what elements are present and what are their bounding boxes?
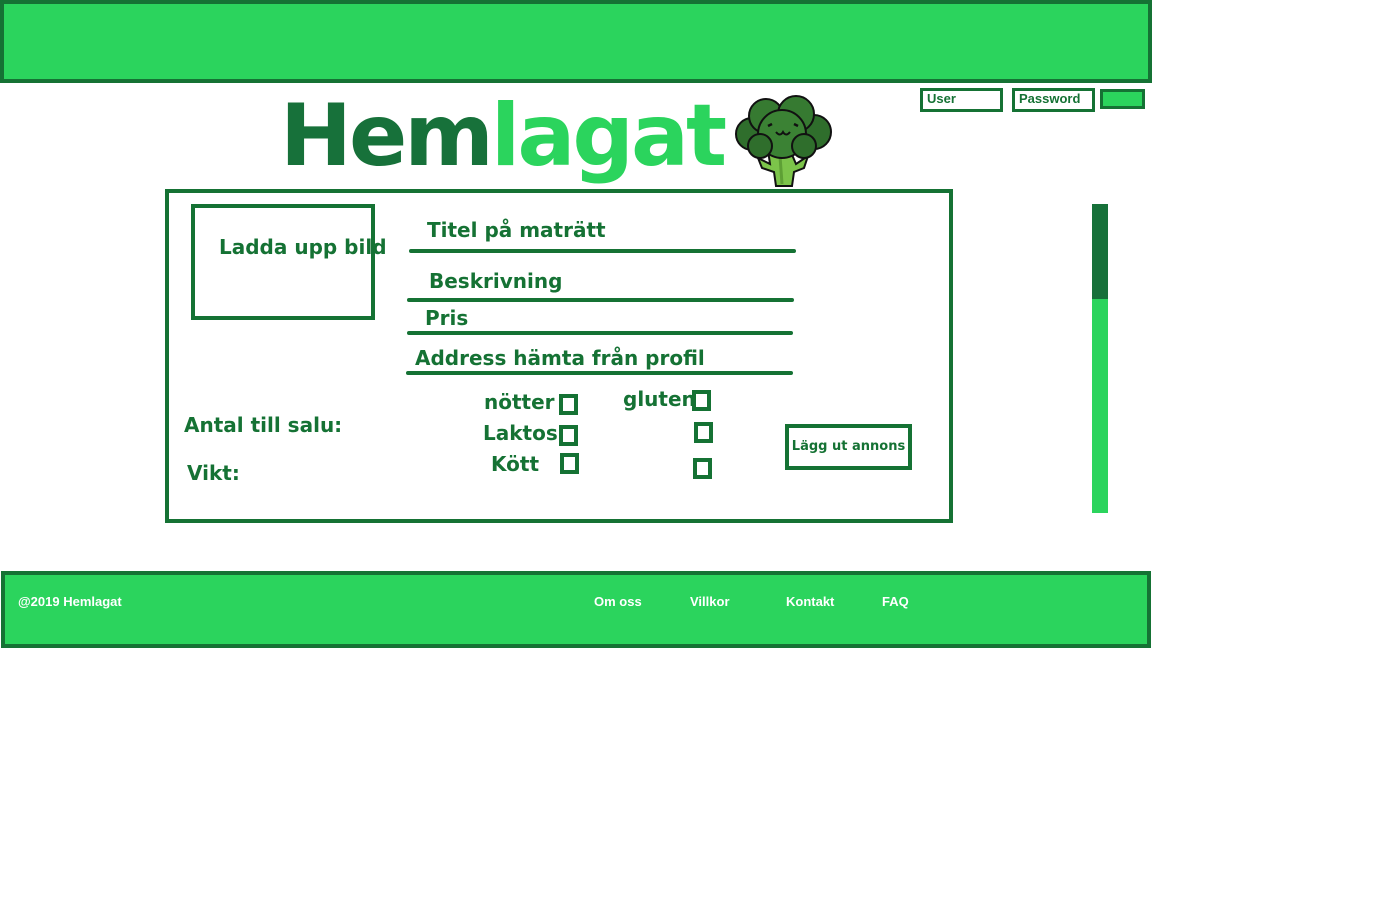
site-logo[interactable]: Hemlagat — [280, 86, 727, 186]
footer-link-about[interactable]: Om oss — [594, 594, 642, 610]
allergen-meat-label: Kött — [491, 452, 540, 476]
allergen-gluten-label: gluten — [623, 387, 696, 411]
allergen-nuts-checkbox[interactable] — [559, 394, 578, 415]
quantity-label: Antal till salu: — [184, 413, 343, 437]
description-input-line[interactable] — [407, 298, 794, 302]
footer-bar — [1, 571, 1151, 648]
price-field-label: Pris — [425, 306, 469, 330]
login-button[interactable] — [1100, 89, 1145, 109]
allergen-extra-checkbox-2[interactable] — [693, 458, 712, 479]
upload-image-label: Ladda upp bild — [219, 235, 387, 259]
allergen-lactose-checkbox[interactable] — [559, 425, 578, 446]
title-field-label: Titel på maträtt — [427, 218, 606, 242]
price-input-line[interactable] — [407, 331, 793, 335]
allergen-nuts-label: nötter — [484, 390, 555, 414]
weight-label: Vikt: — [187, 461, 240, 485]
logo-text-light: lagat — [490, 86, 727, 186]
logo-text-dark: Hem — [280, 86, 494, 186]
footer-link-contact[interactable]: Kontakt — [786, 594, 834, 610]
password-input[interactable]: Password — [1012, 88, 1095, 112]
footer-copyright: @2019 Hemlagat — [18, 594, 122, 609]
broccoli-icon — [735, 95, 832, 187]
allergen-lactose-label: Laktos — [483, 421, 558, 445]
title-input-line[interactable] — [409, 249, 796, 253]
allergen-meat-checkbox[interactable] — [560, 453, 579, 474]
top-header-bar — [0, 0, 1152, 83]
description-field-label: Beskrivning — [429, 269, 563, 293]
footer-link-terms[interactable]: Villkor — [690, 594, 730, 610]
user-input[interactable]: User — [920, 88, 1003, 112]
address-input-line[interactable] — [406, 371, 793, 375]
address-field-label: Address hämta från profil — [415, 346, 705, 370]
upload-image-box[interactable] — [191, 204, 375, 320]
allergen-extra-checkbox-1[interactable] — [694, 422, 713, 443]
scrollbar-thumb[interactable] — [1092, 204, 1108, 299]
publish-listing-button[interactable]: Lägg ut annons — [785, 424, 912, 470]
footer-link-faq[interactable]: FAQ — [882, 594, 909, 610]
allergen-gluten-checkbox[interactable] — [692, 390, 711, 411]
